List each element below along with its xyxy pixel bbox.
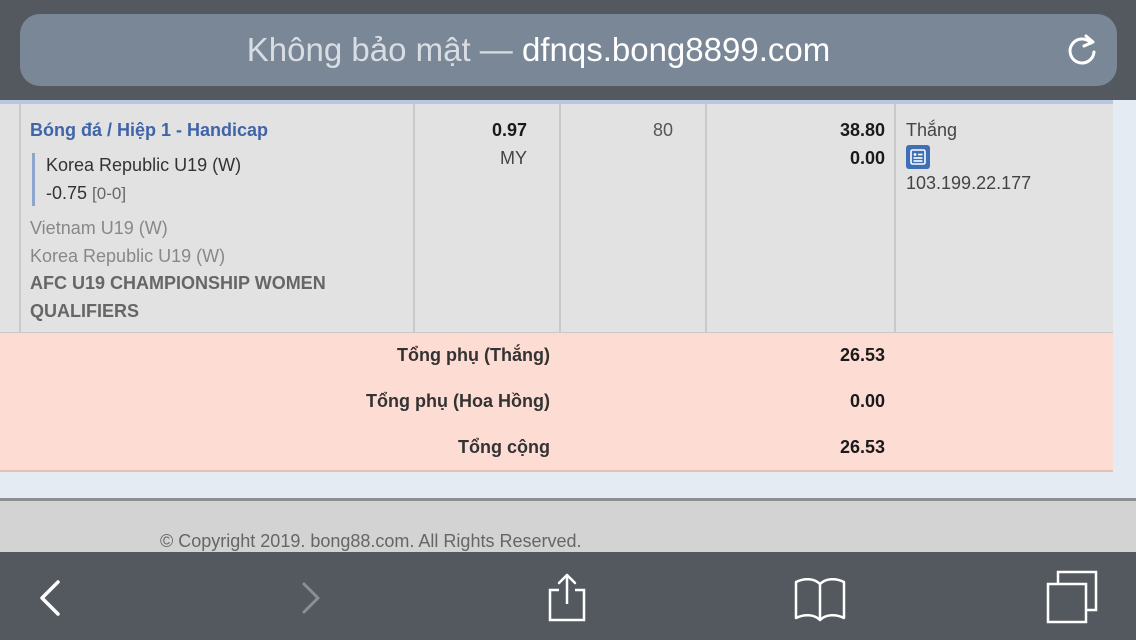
home-team: Vietnam U19 (W) <box>30 218 168 238</box>
win-amount: 38.80 <box>839 120 885 140</box>
totals-section: Tổng phụ (Thắng) 26.53 Tổng phụ (Hoa Hồn… <box>0 333 1113 472</box>
grand-total-row: Tổng cộng 26.53 <box>0 425 1113 471</box>
grand-total-value: 26.53 <box>839 437 885 457</box>
subtotal-win-label: Tổng phụ (Thắng) <box>397 345 550 365</box>
column-divider <box>559 104 561 333</box>
subtotal-commission-value: 0.00 <box>849 391 885 411</box>
column-divider <box>413 104 415 333</box>
ip-address: 103.199.22.177 <box>906 173 1032 193</box>
column-divider <box>19 104 21 333</box>
url-security-label: Không bảo mật — <box>246 31 522 68</box>
subtotal-win-value: 26.53 <box>839 345 885 365</box>
bet-info-cell: Bóng đá / Hiệp 1 - Handicap Korea Republ… <box>30 120 410 325</box>
receipt-icon[interactable] <box>906 145 930 169</box>
bet-status: Thắng <box>906 120 958 140</box>
share-icon[interactable] <box>539 570 595 626</box>
back-icon[interactable] <box>24 570 80 626</box>
selection-handicap-line: -0.75 [0-0] <box>46 181 410 206</box>
bet-type-link[interactable]: Bóng đá / Hiệp 1 - Handicap <box>30 120 410 141</box>
stake-value: 80 <box>652 120 673 140</box>
away-team: Korea Republic U19 (W) <box>30 246 226 266</box>
commission-amount: 0.00 <box>849 148 885 168</box>
grand-total-label: Tổng cộng <box>458 437 550 457</box>
bet-selection: Korea Republic U19 (W) -0.75 [0-0] <box>32 153 410 206</box>
browser-toolbar <box>0 552 1136 640</box>
status-cell: Thắng 103.199.22.177 <box>906 116 1031 195</box>
subtotal-commission-label: Tổng phụ (Hoa Hồng) <box>366 391 550 411</box>
bookmarks-icon[interactable] <box>792 570 848 626</box>
tabs-icon[interactable] <box>1044 570 1100 626</box>
odds-cell: 0.97 MY <box>492 116 527 172</box>
selection-team: Korea Republic U19 (W) <box>46 155 242 175</box>
copyright-text: © Copyright 2019. bong88.com. All Rights… <box>160 531 582 551</box>
address-bar[interactable]: Không bảo mật — dfnqs.bong8899.com <box>20 14 1117 86</box>
column-divider <box>894 104 896 333</box>
odds-type: MY <box>500 148 527 168</box>
subtotal-win-row: Tổng phụ (Thắng) 26.53 <box>0 333 1113 379</box>
handicap-value: -0.75 <box>46 183 88 203</box>
column-divider <box>705 104 707 333</box>
league-name: AFC U19 CHAMPIONSHIP WOMEN QUALIFIERS <box>30 273 326 321</box>
odds-value: 0.97 <box>491 120 527 140</box>
winloss-cell: 38.80 0.00 <box>840 116 885 172</box>
forward-icon[interactable] <box>282 570 338 626</box>
live-score: [0-0] <box>92 184 127 203</box>
reload-icon[interactable] <box>1065 33 1099 67</box>
page-content: Bóng đá / Hiệp 1 - Handicap Korea Republ… <box>0 100 1136 552</box>
subtotal-commission-row: Tổng phụ (Hoa Hồng) 0.00 <box>0 379 1113 425</box>
url-domain: dfnqs.bong8899.com <box>521 31 831 68</box>
page-footer: © Copyright 2019. bong88.com. All Rights… <box>0 501 1136 552</box>
url-text[interactable]: Không bảo mật — dfnqs.bong8899.com <box>20 14 1057 86</box>
bet-row: Bóng đá / Hiệp 1 - Handicap Korea Republ… <box>0 104 1113 333</box>
browser-top-bar: Không bảo mật — dfnqs.bong8899.com <box>0 0 1136 100</box>
